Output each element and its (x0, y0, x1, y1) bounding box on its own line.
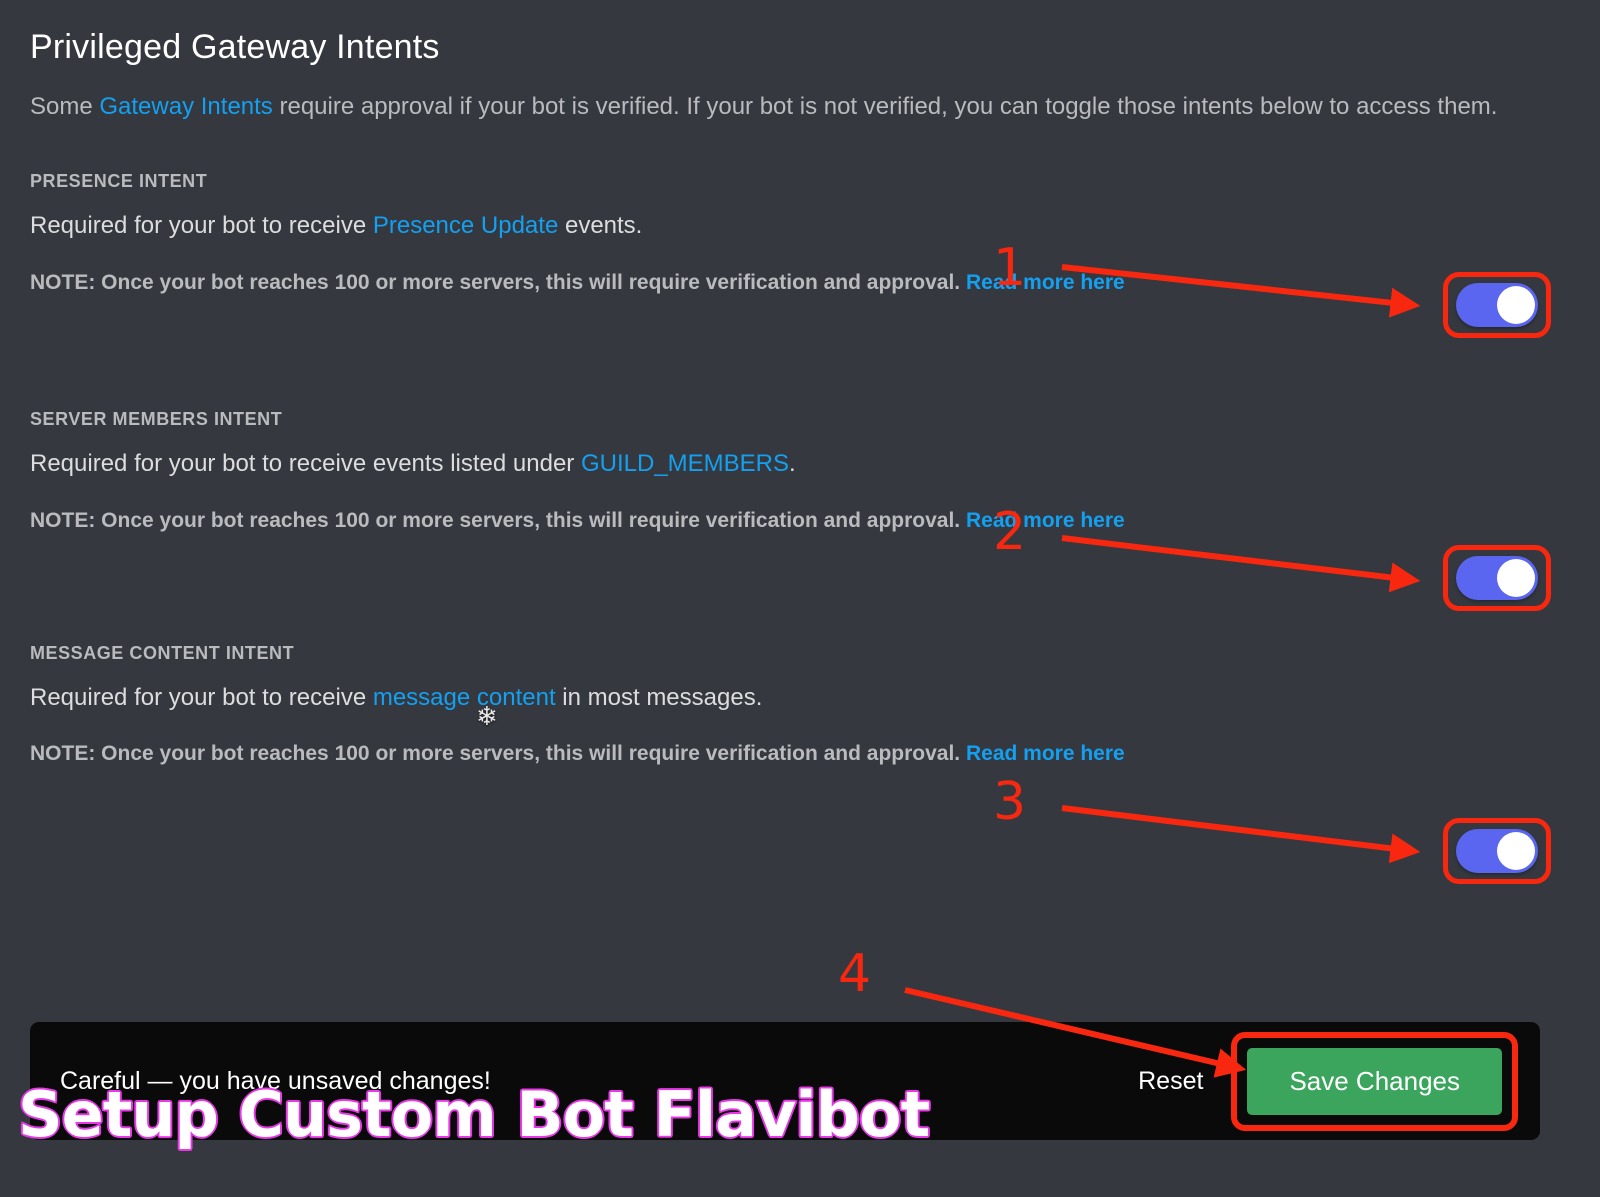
read-more-here-link-presence[interactable]: Read more here (966, 271, 1125, 294)
server-members-intent-toggle[interactable] (1456, 556, 1538, 600)
presence-update-link[interactable]: Presence Update (373, 212, 558, 239)
toggle-knob (1497, 559, 1535, 597)
save-bar-actions: Reset Save Changes (1128, 1031, 1518, 1131)
intent-heading-message-content: MESSAGE CONTENT INTENT (30, 642, 295, 663)
message-content-intent-toggle[interactable] (1456, 829, 1538, 873)
intent-desc-text-start: Required for your bot to receive (30, 683, 373, 711)
intent-section-presence: PRESENCE INTENT Required for your bot to… (30, 171, 1566, 297)
page-title: Privileged Gateway Intents (30, 28, 440, 66)
video-caption-overlay: Setup Custom Bot Flavibot (16, 1077, 931, 1153)
snowflake-cursor-icon: ❄ (476, 701, 498, 731)
page-description-text-start: Some (30, 93, 100, 120)
intent-note-server-members: NOTE: Once your bot reaches 100 or more … (30, 507, 1566, 535)
intent-section-message-content: MESSAGE CONTENT INTENT Required for your… (30, 643, 1566, 769)
save-changes-button[interactable]: Save Changes (1247, 1047, 1502, 1115)
intent-heading-presence: PRESENCE INTENT (30, 171, 208, 192)
intent-heading-server-members: SERVER MEMBERS INTENT (30, 409, 283, 430)
read-more-here-link-server-members[interactable]: Read more here (966, 509, 1125, 532)
intent-desc-text-end: events. (558, 212, 643, 240)
toggle-knob (1497, 286, 1535, 324)
settings-page: Privileged Gateway Intents Some Gateway … (0, 0, 1600, 1197)
intent-description-server-members: Required for your bot to receive events … (30, 448, 1566, 480)
page-description-text-end: require approval if your bot is verified… (272, 93, 1498, 120)
read-more-here-link-message-content[interactable]: Read more here (966, 742, 1125, 765)
intent-note-message-content: NOTE: Once your bot reaches 100 or more … (30, 740, 1566, 768)
page-description: Some Gateway Intents require approval if… (30, 89, 1520, 125)
presence-intent-toggle[interactable] (1456, 283, 1538, 327)
message-content-link[interactable]: message content (373, 684, 556, 711)
intent-note-text: NOTE: Once your bot reaches 100 or more … (30, 508, 966, 532)
intent-description-message-content: Required for your bot to receive message… (30, 682, 1566, 714)
guild-members-link[interactable]: GUILD_MEMBERS (581, 450, 789, 477)
intent-description-presence: Required for your bot to receive Presenc… (30, 210, 1566, 242)
intent-section-server-members: SERVER MEMBERS INTENT Required for your … (30, 409, 1566, 535)
reset-button[interactable]: Reset (1128, 1061, 1213, 1102)
gateway-intents-link[interactable]: Gateway Intents (99, 93, 272, 120)
toggle-knob (1497, 832, 1535, 870)
message-content-intent-toggle-highlight (1443, 818, 1551, 884)
intent-desc-text-end: . (789, 450, 796, 478)
intent-note-presence: NOTE: Once your bot reaches 100 or more … (30, 269, 1566, 297)
intent-note-text: NOTE: Once your bot reaches 100 or more … (30, 270, 966, 294)
intent-desc-text-start: Required for your bot to receive (30, 212, 373, 240)
intent-note-text: NOTE: Once your bot reaches 100 or more … (30, 742, 966, 766)
presence-intent-toggle-highlight (1443, 272, 1551, 338)
save-changes-button-highlight: Save Changes (1231, 1031, 1518, 1131)
intent-desc-text-end: in most messages. (555, 683, 763, 711)
server-members-intent-toggle-highlight (1443, 545, 1551, 611)
intent-desc-text-start: Required for your bot to receive events … (30, 450, 581, 478)
